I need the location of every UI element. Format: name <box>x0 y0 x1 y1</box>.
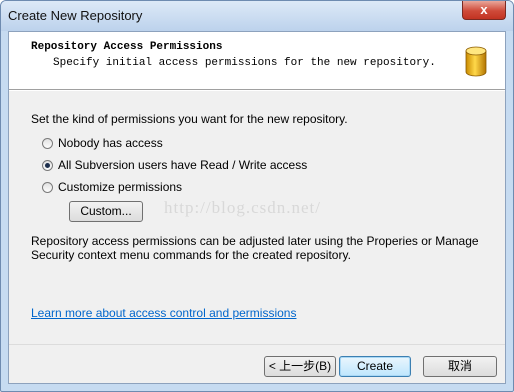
radio-customize[interactable]: Customize permissions <box>42 180 182 194</box>
wizard-header: Repository Access Permissions Specify in… <box>9 32 505 90</box>
close-icon: x <box>480 2 488 17</box>
header-divider <box>9 90 505 91</box>
title-bar[interactable]: Create New Repository x <box>1 1 513 31</box>
learn-more-link[interactable]: Learn more about access control and perm… <box>31 306 296 320</box>
cancel-button[interactable]: 取消 <box>423 356 497 377</box>
permissions-prompt: Set the kind of permissions you want for… <box>31 112 348 126</box>
radio-all-read-write[interactable]: All Subversion users have Read / Write a… <box>42 158 307 172</box>
footer-divider <box>9 344 505 345</box>
create-button[interactable]: Create <box>339 356 411 377</box>
info-text: Repository access permissions can be adj… <box>31 234 479 262</box>
custom-button[interactable]: Custom... <box>69 201 143 222</box>
dialog-window: Create New Repository x Repository Acces… <box>0 0 514 392</box>
page-title: Repository Access Permissions <box>31 41 223 53</box>
watermark-text: http://blog.csdn.net/ <box>164 198 321 217</box>
radio-label: All Subversion users have Read / Write a… <box>58 158 308 172</box>
radio-button-selected[interactable] <box>42 159 53 171</box>
radio-nobody-access[interactable]: Nobody has access <box>42 136 163 150</box>
radio-label: Customize permissions <box>58 180 183 194</box>
back-button[interactable]: < 上一步(B) <box>264 356 336 377</box>
dialog-client-area: Repository Access Permissions Specify in… <box>8 31 506 384</box>
radio-button[interactable] <box>42 181 53 193</box>
page-subtitle: Specify initial access permissions for t… <box>53 57 436 69</box>
radio-label: Nobody has access <box>58 136 163 150</box>
database-icon <box>465 46 487 77</box>
window-title: Create New Repository <box>8 8 143 23</box>
close-button[interactable]: x <box>462 1 506 20</box>
radio-button[interactable] <box>42 137 53 149</box>
